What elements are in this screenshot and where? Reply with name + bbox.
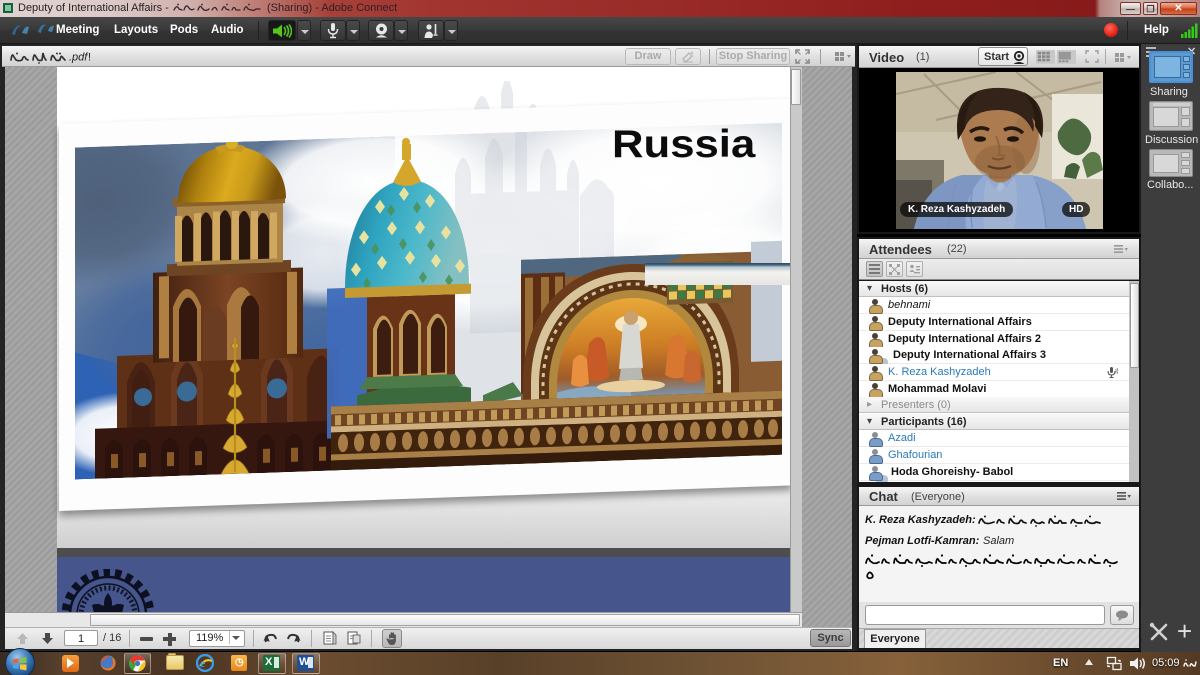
svg-text:.pdf: .pdf: [69, 52, 88, 64]
svg-text:e: e: [200, 656, 206, 670]
svg-text:!: !: [88, 52, 91, 64]
